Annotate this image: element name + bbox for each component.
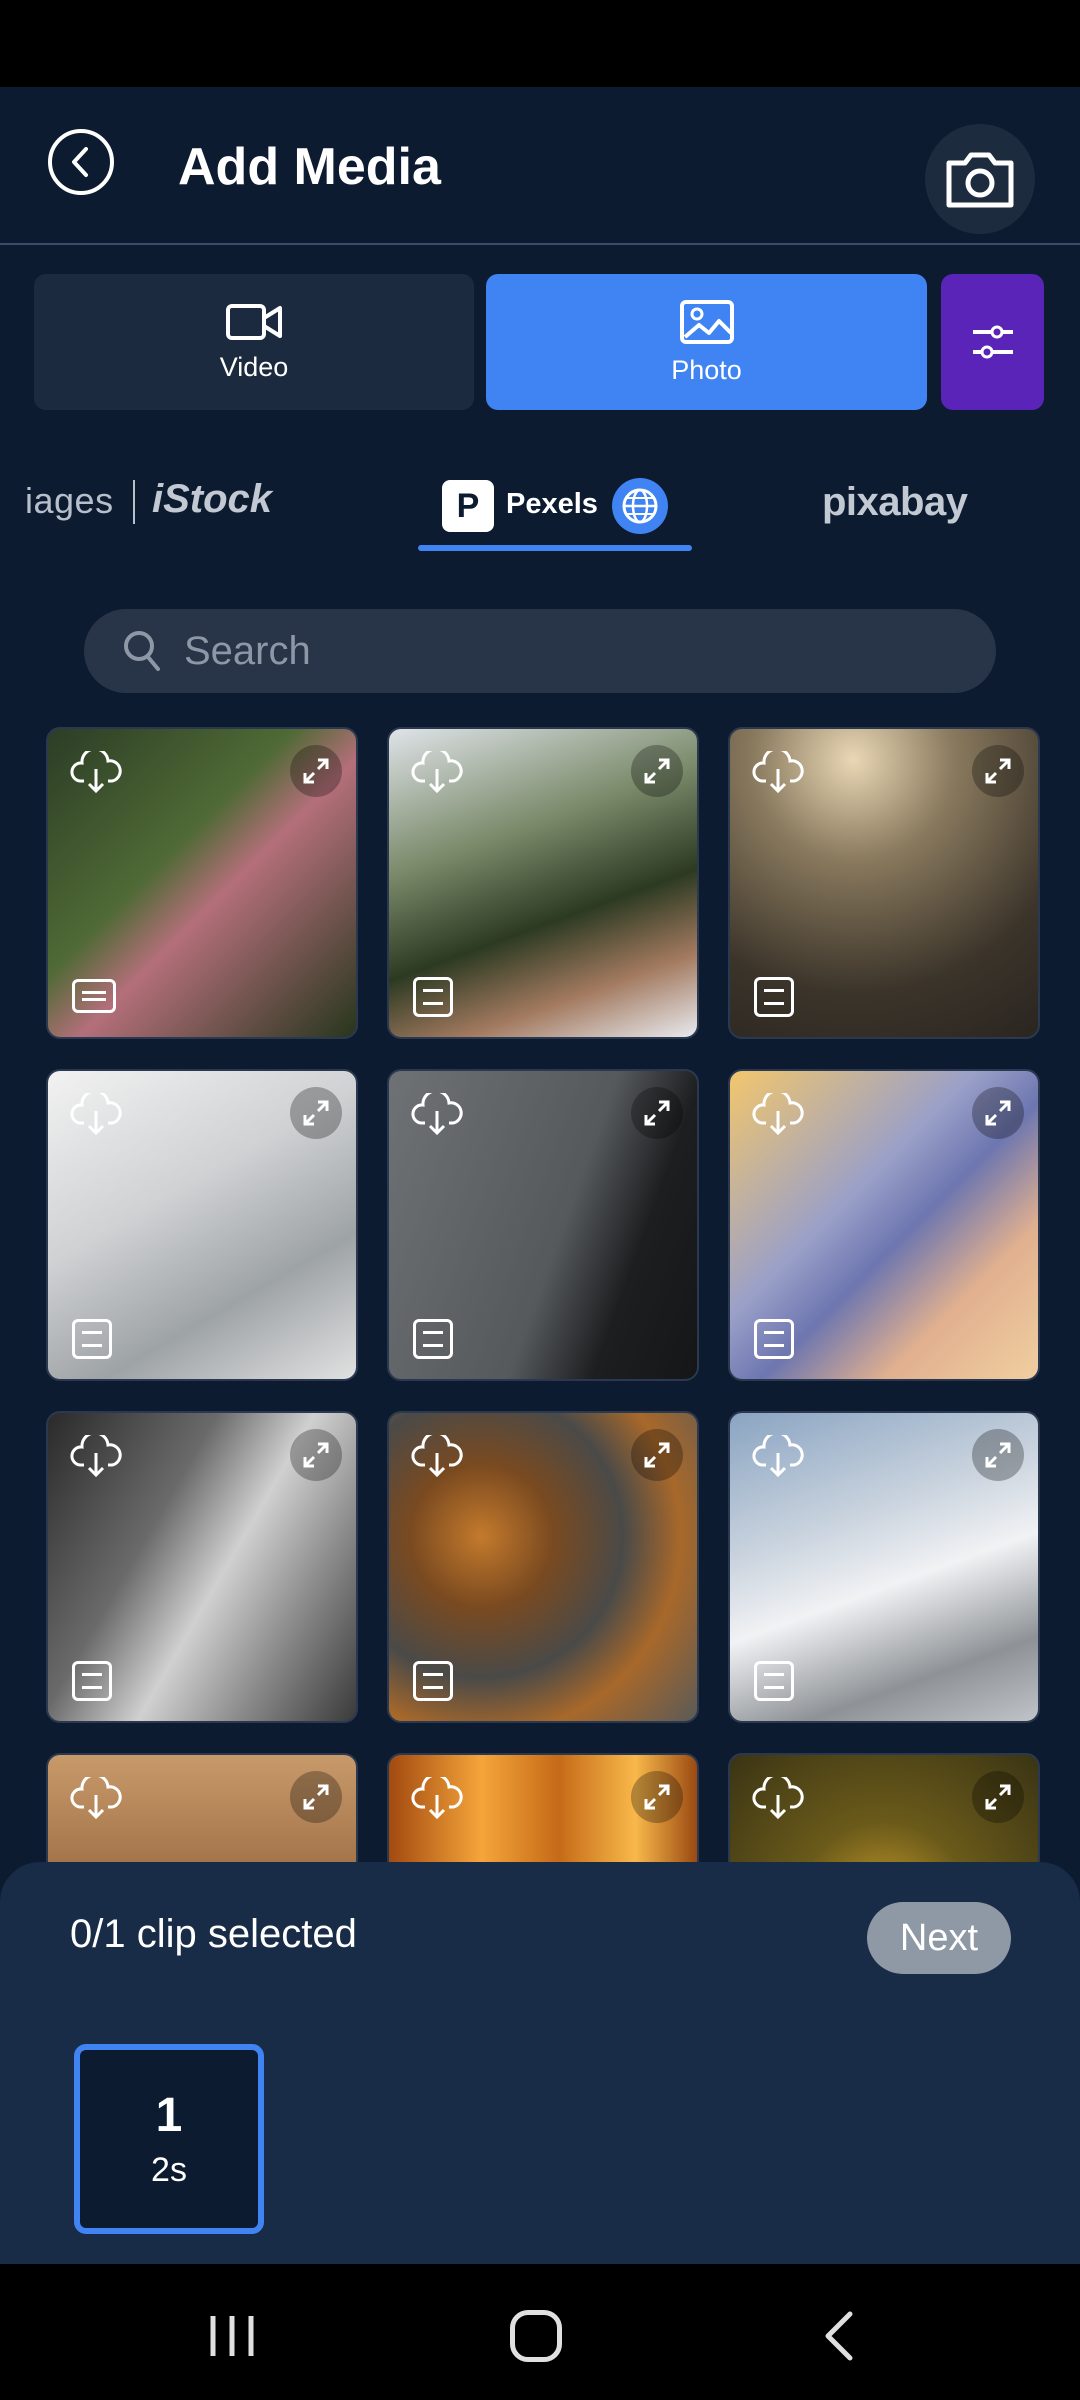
media-tile[interactable] xyxy=(46,727,358,1039)
clip-number: 1 xyxy=(155,2089,183,2142)
video-camera-icon xyxy=(226,303,282,340)
provider-divider xyxy=(133,480,135,524)
cloud-download-icon[interactable] xyxy=(752,751,804,795)
status-bar xyxy=(0,0,1080,87)
media-tile[interactable] xyxy=(387,1069,699,1381)
back-nav-icon[interactable] xyxy=(820,2310,856,2362)
aspect-ratio-icon xyxy=(754,977,794,1017)
aspect-ratio-icon xyxy=(72,979,116,1013)
image-icon xyxy=(679,299,734,344)
clip-slot[interactable]: 1 2s xyxy=(74,2044,264,2234)
tab-photo-label: Photo xyxy=(671,354,742,385)
aspect-ratio-icon xyxy=(413,1661,453,1701)
header: Add Media xyxy=(0,87,1080,245)
expand-icon[interactable] xyxy=(972,1087,1024,1139)
selection-panel: 0/1 clip selected Next 1 2s xyxy=(0,1862,1080,2264)
cloud-download-icon[interactable] xyxy=(752,1093,804,1137)
expand-icon[interactable] xyxy=(631,1087,683,1139)
media-tile[interactable] xyxy=(46,1069,358,1381)
provider-tabs: iages iStock P Pexels pixabay xyxy=(0,460,1080,560)
page-title: Add Media xyxy=(178,138,441,196)
aspect-ratio-icon xyxy=(72,1661,112,1701)
media-grid xyxy=(0,727,1080,1862)
cloud-download-icon[interactable] xyxy=(752,1435,804,1479)
media-tile[interactable] xyxy=(728,1069,1040,1381)
expand-icon[interactable] xyxy=(631,1771,683,1823)
clip-duration: 2s xyxy=(151,2151,187,2189)
expand-icon[interactable] xyxy=(972,1429,1024,1481)
back-button[interactable] xyxy=(48,129,114,195)
search-input[interactable] xyxy=(182,627,886,675)
chevron-left-icon xyxy=(72,147,88,177)
provider-pexels[interactable]: Pexels xyxy=(506,488,598,521)
media-tile[interactable] xyxy=(46,1411,358,1723)
expand-icon[interactable] xyxy=(290,1087,342,1139)
sliders-icon xyxy=(972,325,1013,359)
media-tile[interactable] xyxy=(728,1411,1040,1723)
cloud-download-icon[interactable] xyxy=(411,1435,463,1479)
cloud-download-icon[interactable] xyxy=(411,1093,463,1137)
expand-icon[interactable] xyxy=(631,745,683,797)
tab-video[interactable]: Video xyxy=(34,274,474,410)
provider-istock[interactable]: iStock xyxy=(152,477,272,522)
expand-icon[interactable] xyxy=(290,1771,342,1823)
system-nav-bar xyxy=(0,2264,1080,2400)
media-tile[interactable] xyxy=(728,1753,1040,1862)
media-tile[interactable] xyxy=(728,727,1040,1039)
aspect-ratio-icon xyxy=(413,977,453,1017)
cloud-download-icon[interactable] xyxy=(70,1435,122,1479)
tab-video-label: Video xyxy=(219,351,289,382)
cloud-download-icon[interactable] xyxy=(70,751,122,795)
expand-icon[interactable] xyxy=(972,745,1024,797)
media-tile[interactable] xyxy=(387,1753,699,1862)
tab-photo[interactable]: Photo xyxy=(486,274,927,410)
recent-apps-icon[interactable] xyxy=(207,2314,257,2358)
active-provider-indicator xyxy=(418,545,692,551)
media-tile[interactable] xyxy=(46,1753,358,1862)
media-tile[interactable] xyxy=(387,1411,699,1723)
expand-icon[interactable] xyxy=(631,1429,683,1481)
cloud-download-icon[interactable] xyxy=(70,1093,122,1137)
cloud-download-icon[interactable] xyxy=(70,1777,122,1821)
aspect-ratio-icon xyxy=(754,1319,794,1359)
globe-icon[interactable] xyxy=(612,478,668,534)
home-icon[interactable] xyxy=(510,2310,562,2362)
cloud-download-icon[interactable] xyxy=(411,751,463,795)
cloud-download-icon[interactable] xyxy=(752,1777,804,1821)
selection-count: 0/1 clip selected xyxy=(70,1912,357,1956)
camera-button[interactable] xyxy=(925,124,1035,234)
next-button[interactable]: Next xyxy=(867,1902,1011,1974)
filter-button[interactable] xyxy=(941,274,1044,410)
expand-icon[interactable] xyxy=(290,1429,342,1481)
aspect-ratio-icon xyxy=(754,1661,794,1701)
cloud-download-icon[interactable] xyxy=(411,1777,463,1821)
expand-icon[interactable] xyxy=(972,1771,1024,1823)
pexels-logo-icon[interactable]: P xyxy=(442,480,494,532)
media-tile[interactable] xyxy=(387,727,699,1039)
expand-icon[interactable] xyxy=(290,745,342,797)
search-bar[interactable] xyxy=(84,609,996,693)
aspect-ratio-icon xyxy=(413,1319,453,1359)
aspect-ratio-icon xyxy=(72,1319,112,1359)
provider-pixabay[interactable]: pixabay xyxy=(822,480,968,525)
camera-icon xyxy=(946,152,1014,208)
provider-getty-images[interactable]: iages xyxy=(25,480,114,522)
search-icon xyxy=(124,631,160,671)
